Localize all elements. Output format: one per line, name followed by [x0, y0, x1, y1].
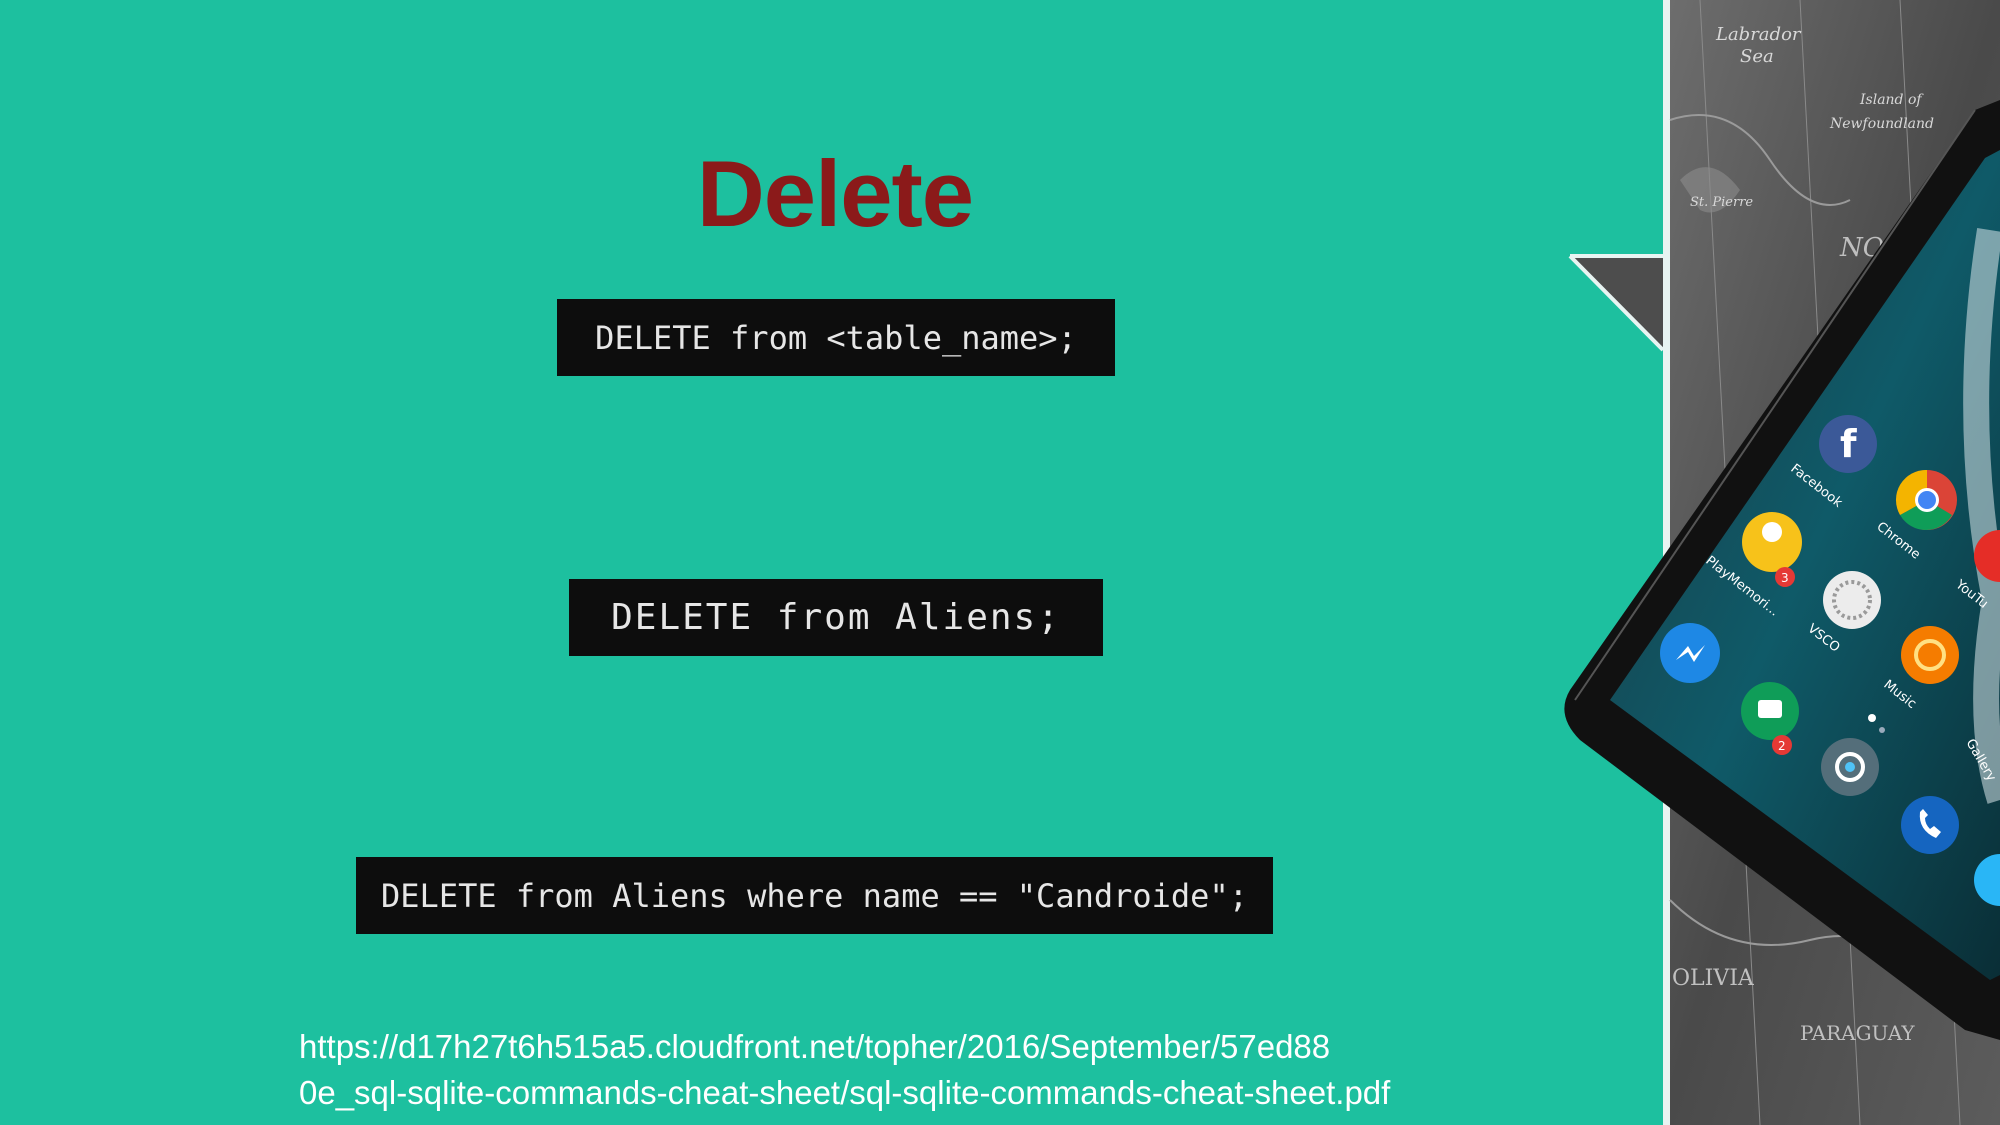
code-snippet-delete-aliens: DELETE from Aliens; — [569, 579, 1103, 656]
map-label: Island of — [1859, 92, 1924, 108]
phone-icon — [1901, 796, 1959, 854]
phone-on-map-image: Labrador Sea Island of Newfoundland St. … — [1564, 0, 2000, 1125]
code-snippet-delete-where: DELETE from Aliens where name == "Candro… — [356, 857, 1273, 934]
map-label: PARAGUAY — [1800, 1021, 1915, 1045]
map-label: Newfoundland — [1829, 116, 1934, 132]
facebook-icon: f — [1819, 415, 1877, 473]
slide-title: Delete — [696, 141, 974, 246]
code-text: DELETE from <table_name>; — [595, 318, 1077, 357]
map-label: St. Pierre — [1690, 195, 1753, 210]
code-text: DELETE from Aliens; — [611, 597, 1061, 638]
presentation-slide: Delete DELETE from <table_name>; DELETE … — [0, 0, 2000, 1125]
source-url: https://d17h27t6h515a5.cloudfront.net/to… — [299, 1024, 1390, 1116]
code-snippet-delete-table: DELETE from <table_name>; — [557, 299, 1115, 376]
camera-icon — [1821, 738, 1879, 796]
svg-text:f: f — [1840, 422, 1857, 466]
map-label: Labrador — [1715, 24, 1802, 45]
source-url-line: https://d17h27t6h515a5.cloudfront.net/to… — [299, 1028, 1331, 1065]
map-label: OLIVIA — [1672, 966, 1755, 991]
code-text: DELETE from Aliens where name == "Candro… — [381, 876, 1248, 915]
vsco-icon — [1823, 571, 1881, 629]
chrome-icon — [1895, 469, 1957, 531]
app-badge: 3 — [1781, 571, 1789, 585]
source-url-line: 0e_sql-sqlite-commands-cheat-sheet/sql-s… — [299, 1074, 1391, 1111]
map-label: Sea — [1740, 46, 1774, 67]
messenger-icon — [1660, 623, 1720, 683]
app-badge: 2 — [1778, 739, 1786, 753]
music-icon — [1901, 626, 1959, 684]
